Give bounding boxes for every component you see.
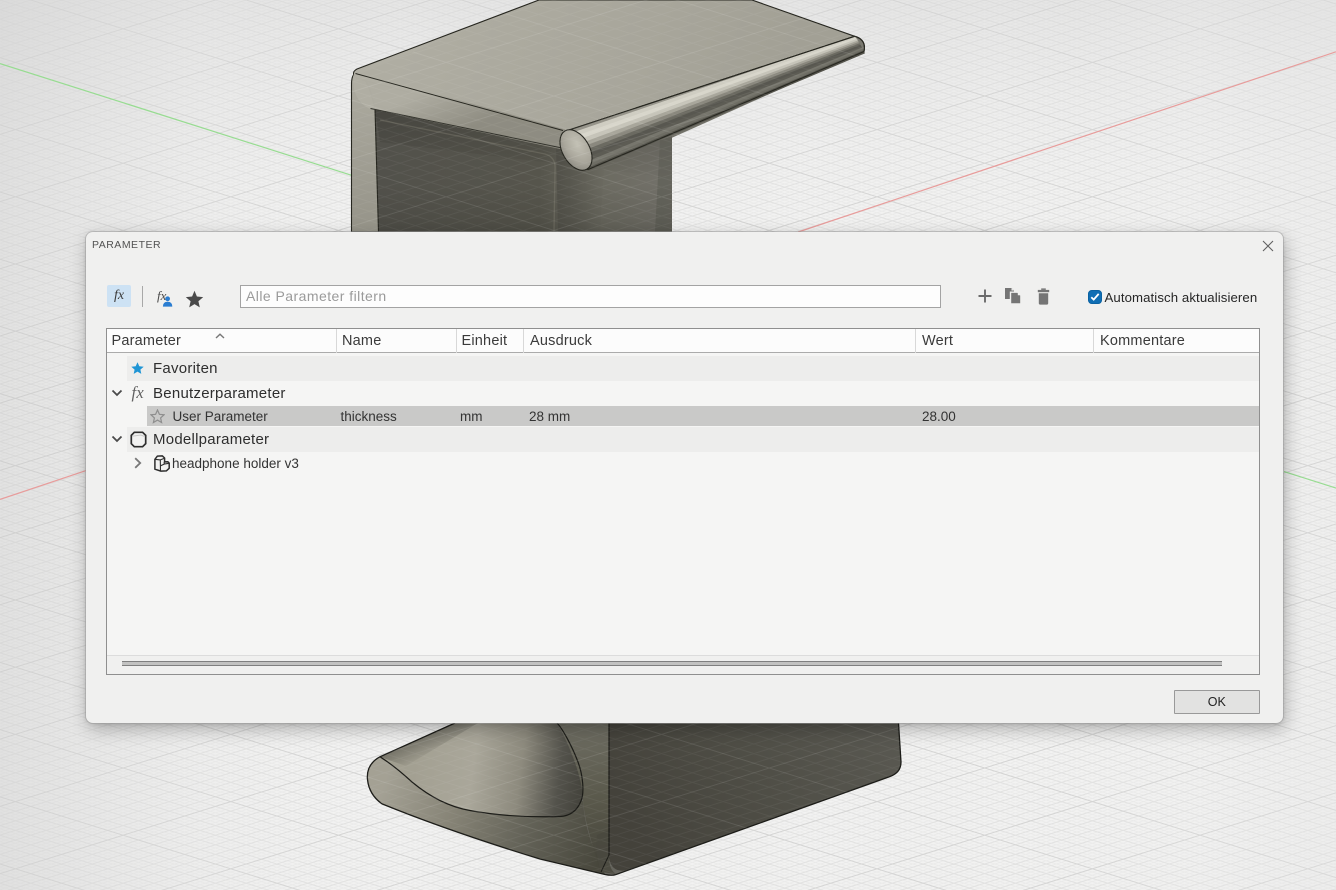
svg-text:fx: fx <box>157 289 167 303</box>
